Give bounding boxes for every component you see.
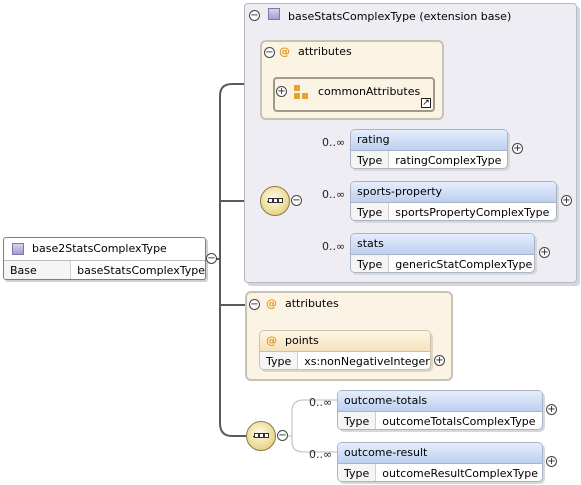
sequence-compositor-icon-2[interactable] (246, 421, 276, 451)
type-label: Type (351, 151, 390, 168)
attribute-icon: @ (266, 334, 277, 347)
element-stats-type: genericStatComplexType (395, 258, 533, 271)
element-outcome-totals-name: outcome-totals (338, 391, 542, 412)
root-complex-type[interactable]: base2StatsComplexType Base Type baseStats… (3, 237, 206, 280)
common-attributes-label-wrap: commonAttributes (294, 85, 420, 99)
element-sports-property-type: sportsPropertyComplexType (395, 206, 550, 219)
sports-property-expand-icon[interactable]: + (561, 195, 572, 206)
complex-type-icon (12, 243, 24, 255)
attribute-icon: @ (266, 297, 277, 310)
complex-type-icon (268, 8, 280, 20)
attribute-icon: @ (279, 45, 290, 58)
outcome-result-cardinality: 0..∞ (309, 448, 333, 461)
element-outcome-totals[interactable]: outcome-totals Type outcomeTotalsComplexT… (337, 390, 543, 430)
type-label: Type (260, 352, 299, 369)
attribute-points-name: points (285, 334, 319, 347)
stats-expand-icon[interactable]: + (539, 247, 550, 258)
common-attributes-label: commonAttributes (318, 85, 421, 98)
own-attributes-collapse-icon[interactable]: − (249, 299, 260, 310)
attributes-collapse-icon[interactable]: − (264, 47, 275, 58)
extension-attributes-label: attributes (298, 45, 352, 58)
root-type-header: base2StatsComplexType (4, 238, 205, 261)
extension-attributes-header: @ attributes (279, 45, 352, 59)
sequence-2-collapse-icon[interactable]: − (277, 430, 288, 441)
stats-cardinality: 0..∞ (322, 240, 346, 253)
element-stats[interactable]: stats Type genericStatComplexType (350, 233, 535, 273)
attribute-points-type: xs:nonNegativeInteger (304, 355, 430, 368)
rating-expand-icon[interactable]: + (512, 143, 523, 154)
extension-collapse-icon[interactable]: − (249, 10, 260, 21)
attribute-points[interactable]: @ points Type xs:nonNegativeInteger (259, 330, 431, 370)
element-rating-type: ratingComplexType (395, 154, 502, 167)
element-stats-name: stats (351, 234, 534, 255)
outcome-totals-cardinality: 0..∞ (309, 396, 333, 409)
element-outcome-result-name: outcome-result (338, 443, 542, 464)
sequence-collapse-icon[interactable]: − (291, 195, 302, 206)
extension-title: baseStatsComplexType (extension base) (268, 8, 511, 24)
base-type-value: baseStatsComplexType (77, 264, 205, 277)
points-expand-icon[interactable]: + (434, 355, 445, 366)
common-attributes-expand-icon[interactable]: + (276, 86, 287, 97)
attribute-points-header: @ points (260, 331, 430, 352)
element-rating-name: rating (351, 130, 507, 151)
element-sports-property-name: sports-property (351, 182, 556, 203)
type-label: Type (351, 255, 390, 272)
element-rating[interactable]: rating Type ratingComplexType (350, 129, 508, 169)
element-outcome-result-type: outcomeResultComplexType (382, 467, 539, 480)
sports-property-cardinality: 0..∞ (322, 188, 346, 201)
attributes-label: attributes (285, 297, 339, 310)
root-type-name: base2StatsComplexType (32, 242, 167, 255)
attribute-group-icon (294, 85, 308, 99)
type-label: Type (338, 464, 377, 481)
rating-cardinality: 0..∞ (322, 136, 346, 149)
outcome-totals-expand-icon[interactable]: + (546, 404, 557, 415)
base-type-label: Base Type (4, 261, 72, 279)
element-outcome-totals-type: outcomeTotalsComplexType (382, 415, 536, 428)
outcome-result-expand-icon[interactable]: + (546, 456, 557, 467)
root-collapse-icon[interactable]: − (206, 253, 217, 264)
attributes-header: @ attributes (266, 297, 339, 311)
reference-arrow-icon: ↗ (421, 98, 431, 108)
type-label: Type (351, 203, 390, 220)
sequence-compositor-icon[interactable] (260, 186, 290, 216)
element-outcome-result[interactable]: outcome-result Type outcomeResultComplexT… (337, 442, 543, 482)
extension-title-text: baseStatsComplexType (extension base) (288, 10, 512, 23)
element-sports-property[interactable]: sports-property Type sportsPropertyComple… (350, 181, 557, 221)
type-label: Type (338, 412, 377, 429)
